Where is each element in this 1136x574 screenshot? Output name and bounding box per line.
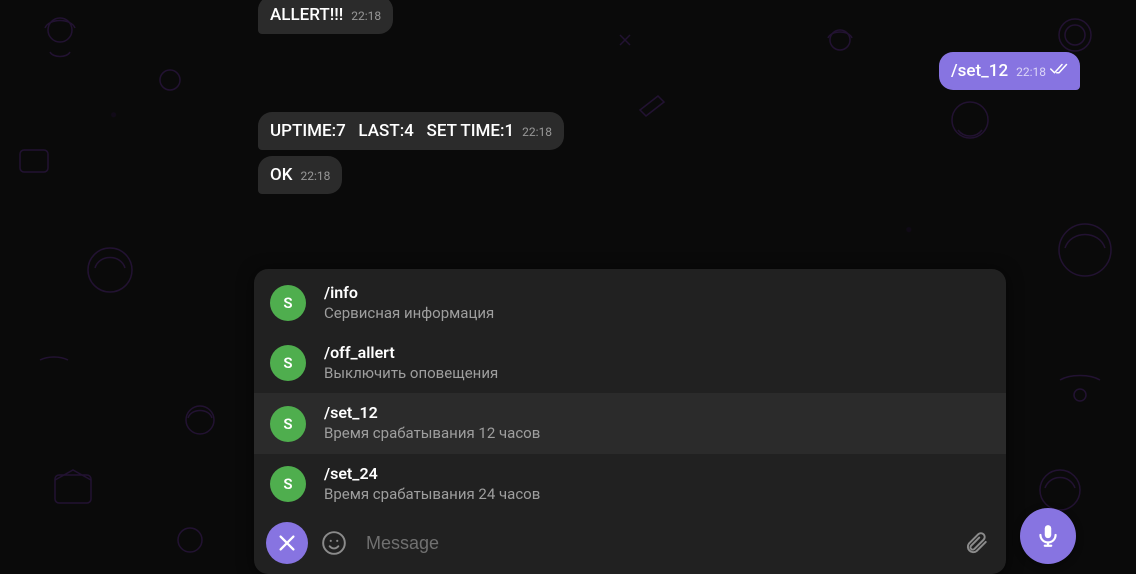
command-item-info[interactable]: S /info Сервисная информация	[254, 273, 1006, 333]
bot-avatar: S	[270, 345, 306, 381]
command-desc: Время срабатывания 12 часов	[324, 424, 540, 444]
bot-avatar: S	[270, 466, 306, 502]
command-desc: Сервисная информация	[324, 304, 494, 324]
message-in[interactable]: OK 22:18	[258, 156, 818, 194]
message-text: OK	[270, 164, 292, 186]
voice-message-button[interactable]	[1020, 508, 1076, 564]
attach-icon[interactable]	[956, 523, 996, 563]
message-input-row	[254, 514, 1006, 574]
read-ticks-icon	[1050, 62, 1068, 76]
command-panel: S /info Сервисная информация S /off_alle…	[254, 269, 1006, 574]
message-time: 22:18	[351, 9, 381, 25]
command-list: S /info Сервисная информация S /off_alle…	[254, 269, 1006, 514]
command-item-set-24[interactable]: S /set_24 Время срабатывания 24 часов	[254, 454, 1006, 514]
command-name: /info	[324, 283, 494, 304]
bot-avatar: S	[270, 285, 306, 321]
command-name: /set_24	[324, 464, 540, 485]
command-name: /set_12	[324, 403, 540, 424]
close-commands-button[interactable]	[266, 522, 308, 564]
emoji-icon[interactable]	[314, 523, 354, 563]
message-in[interactable]: ALLERT!!! 22:18	[258, 0, 818, 34]
command-item-off-allert[interactable]: S /off_allert Выключить оповещения	[254, 333, 1006, 393]
message-input[interactable]	[360, 533, 950, 554]
message-time: 22:18	[300, 169, 330, 185]
message-text: ALLERT!!!	[270, 4, 343, 26]
command-desc: Выключить оповещения	[324, 364, 498, 384]
command-desc: Время срабатывания 24 часов	[324, 485, 540, 505]
message-in[interactable]: UPTIME:7 LAST:4 SET TIME:1 22:18	[258, 112, 818, 150]
bot-avatar: S	[270, 406, 306, 442]
message-time: 22:18	[522, 125, 552, 141]
message-time: 22:18	[1016, 65, 1046, 81]
command-name: /off_allert	[324, 343, 498, 364]
message-text: UPTIME:7 LAST:4 SET TIME:1	[270, 120, 514, 142]
command-item-set-12[interactable]: S /set_12 Время срабатывания 12 часов	[254, 393, 1006, 453]
message-out[interactable]: /set_12 22:18	[520, 52, 1080, 90]
message-text: /set_12	[951, 60, 1008, 82]
